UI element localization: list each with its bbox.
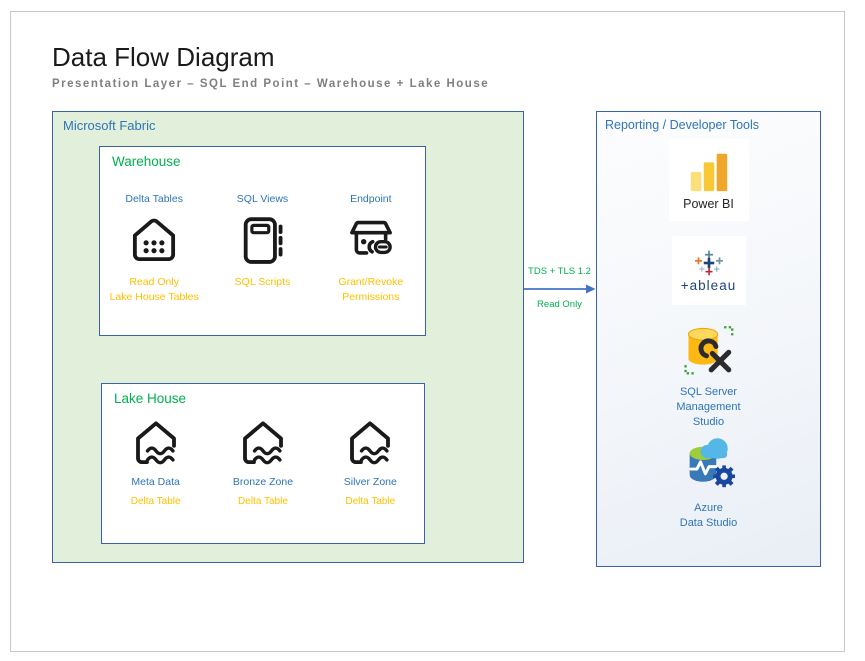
azure-data-studio-label: Azure Data Studio	[679, 502, 738, 529]
warehouse-label: Warehouse	[112, 154, 181, 169]
tableau-tool: +ableau	[671, 236, 746, 305]
warehouse-item-sql-views: SQL Views SQL Scripts	[209, 193, 316, 304]
microsoft-fabric-label: Microsoft Fabric	[63, 118, 156, 133]
item-title: Bronze Zone	[232, 476, 294, 488]
lake-house-item-meta-data: Meta Data Delta Table	[103, 416, 209, 509]
tableau-wordmark: +ableau	[680, 277, 737, 293]
data-flow-diagram-page: Data Flow Diagram Presentation Layer – S…	[0, 0, 865, 661]
connector-access-label: Read Only	[537, 299, 582, 310]
lake-house-items: Meta Data Delta Table Bronze Zone Delta …	[102, 416, 424, 509]
box-link-icon	[344, 213, 398, 267]
reporting-panel-label: Reporting / Developer Tools	[605, 118, 760, 132]
ssms-icon	[681, 322, 737, 378]
item-note: Delta Table	[345, 496, 396, 507]
warehouse-item-endpoint: Endpoint Grant/Revoke Permissions	[317, 193, 424, 304]
notebook-icon	[235, 213, 289, 267]
page-subtitle: Presentation Layer – SQL End Point – War…	[52, 78, 490, 90]
ssms-tool: SQL Server Management Studio	[676, 322, 741, 430]
warehouse-items: Delta Tables Read Only Lake House Tables	[100, 193, 425, 304]
reporting-developer-tools-panel: Reporting / Developer Tools Power BI +ab…	[596, 111, 821, 567]
connector-protocol-label: TDS + TLS 1.2	[528, 266, 591, 277]
item-title: SQL Views	[236, 193, 289, 205]
page-title: Data Flow Diagram	[52, 42, 275, 72]
item-title: Delta Tables	[125, 193, 183, 205]
item-note: Delta Table	[238, 496, 288, 507]
item-note: SQL Scripts	[234, 276, 291, 288]
power-bi-icon	[686, 149, 732, 195]
lake-house-icon	[236, 416, 290, 470]
power-bi-label: Power BI	[683, 197, 734, 211]
item-title: Endpoint	[350, 193, 392, 205]
warehouse-house-icon	[127, 213, 181, 267]
lake-house-icon	[343, 416, 397, 470]
fabric-reporting-arrow	[524, 283, 596, 295]
item-note: Grant/Revoke Permissions	[338, 276, 404, 303]
warehouse-item-delta-tables: Delta Tables Read Only Lake House Tables	[101, 193, 208, 304]
azure-data-studio-icon	[680, 434, 738, 492]
tableau-icon	[688, 249, 730, 277]
power-bi-tool: Power BI	[668, 139, 749, 221]
item-note: Delta Table	[130, 496, 181, 507]
lake-house-icon	[129, 416, 183, 470]
warehouse-box: Warehouse Delta Tables Read Only Lake Ho…	[99, 146, 426, 336]
lake-house-label: Lake House	[114, 391, 187, 406]
lake-house-box: Lake House Meta Data Delta Table Bronze …	[101, 383, 425, 544]
lake-house-item-silver-zone: Silver Zone Delta Table	[317, 416, 423, 509]
microsoft-fabric-container: Microsoft Fabric Warehouse Delta Tables	[52, 111, 524, 563]
item-title: Meta Data	[131, 476, 180, 488]
azure-data-studio-tool: Azure Data Studio	[680, 434, 738, 531]
item-note: Read Only Lake House Tables	[109, 276, 199, 303]
lake-house-item-bronze-zone: Bronze Zone Delta Table	[210, 416, 316, 509]
ssms-label: SQL Server Management Studio	[676, 386, 741, 428]
item-title: Silver Zone	[343, 476, 397, 488]
